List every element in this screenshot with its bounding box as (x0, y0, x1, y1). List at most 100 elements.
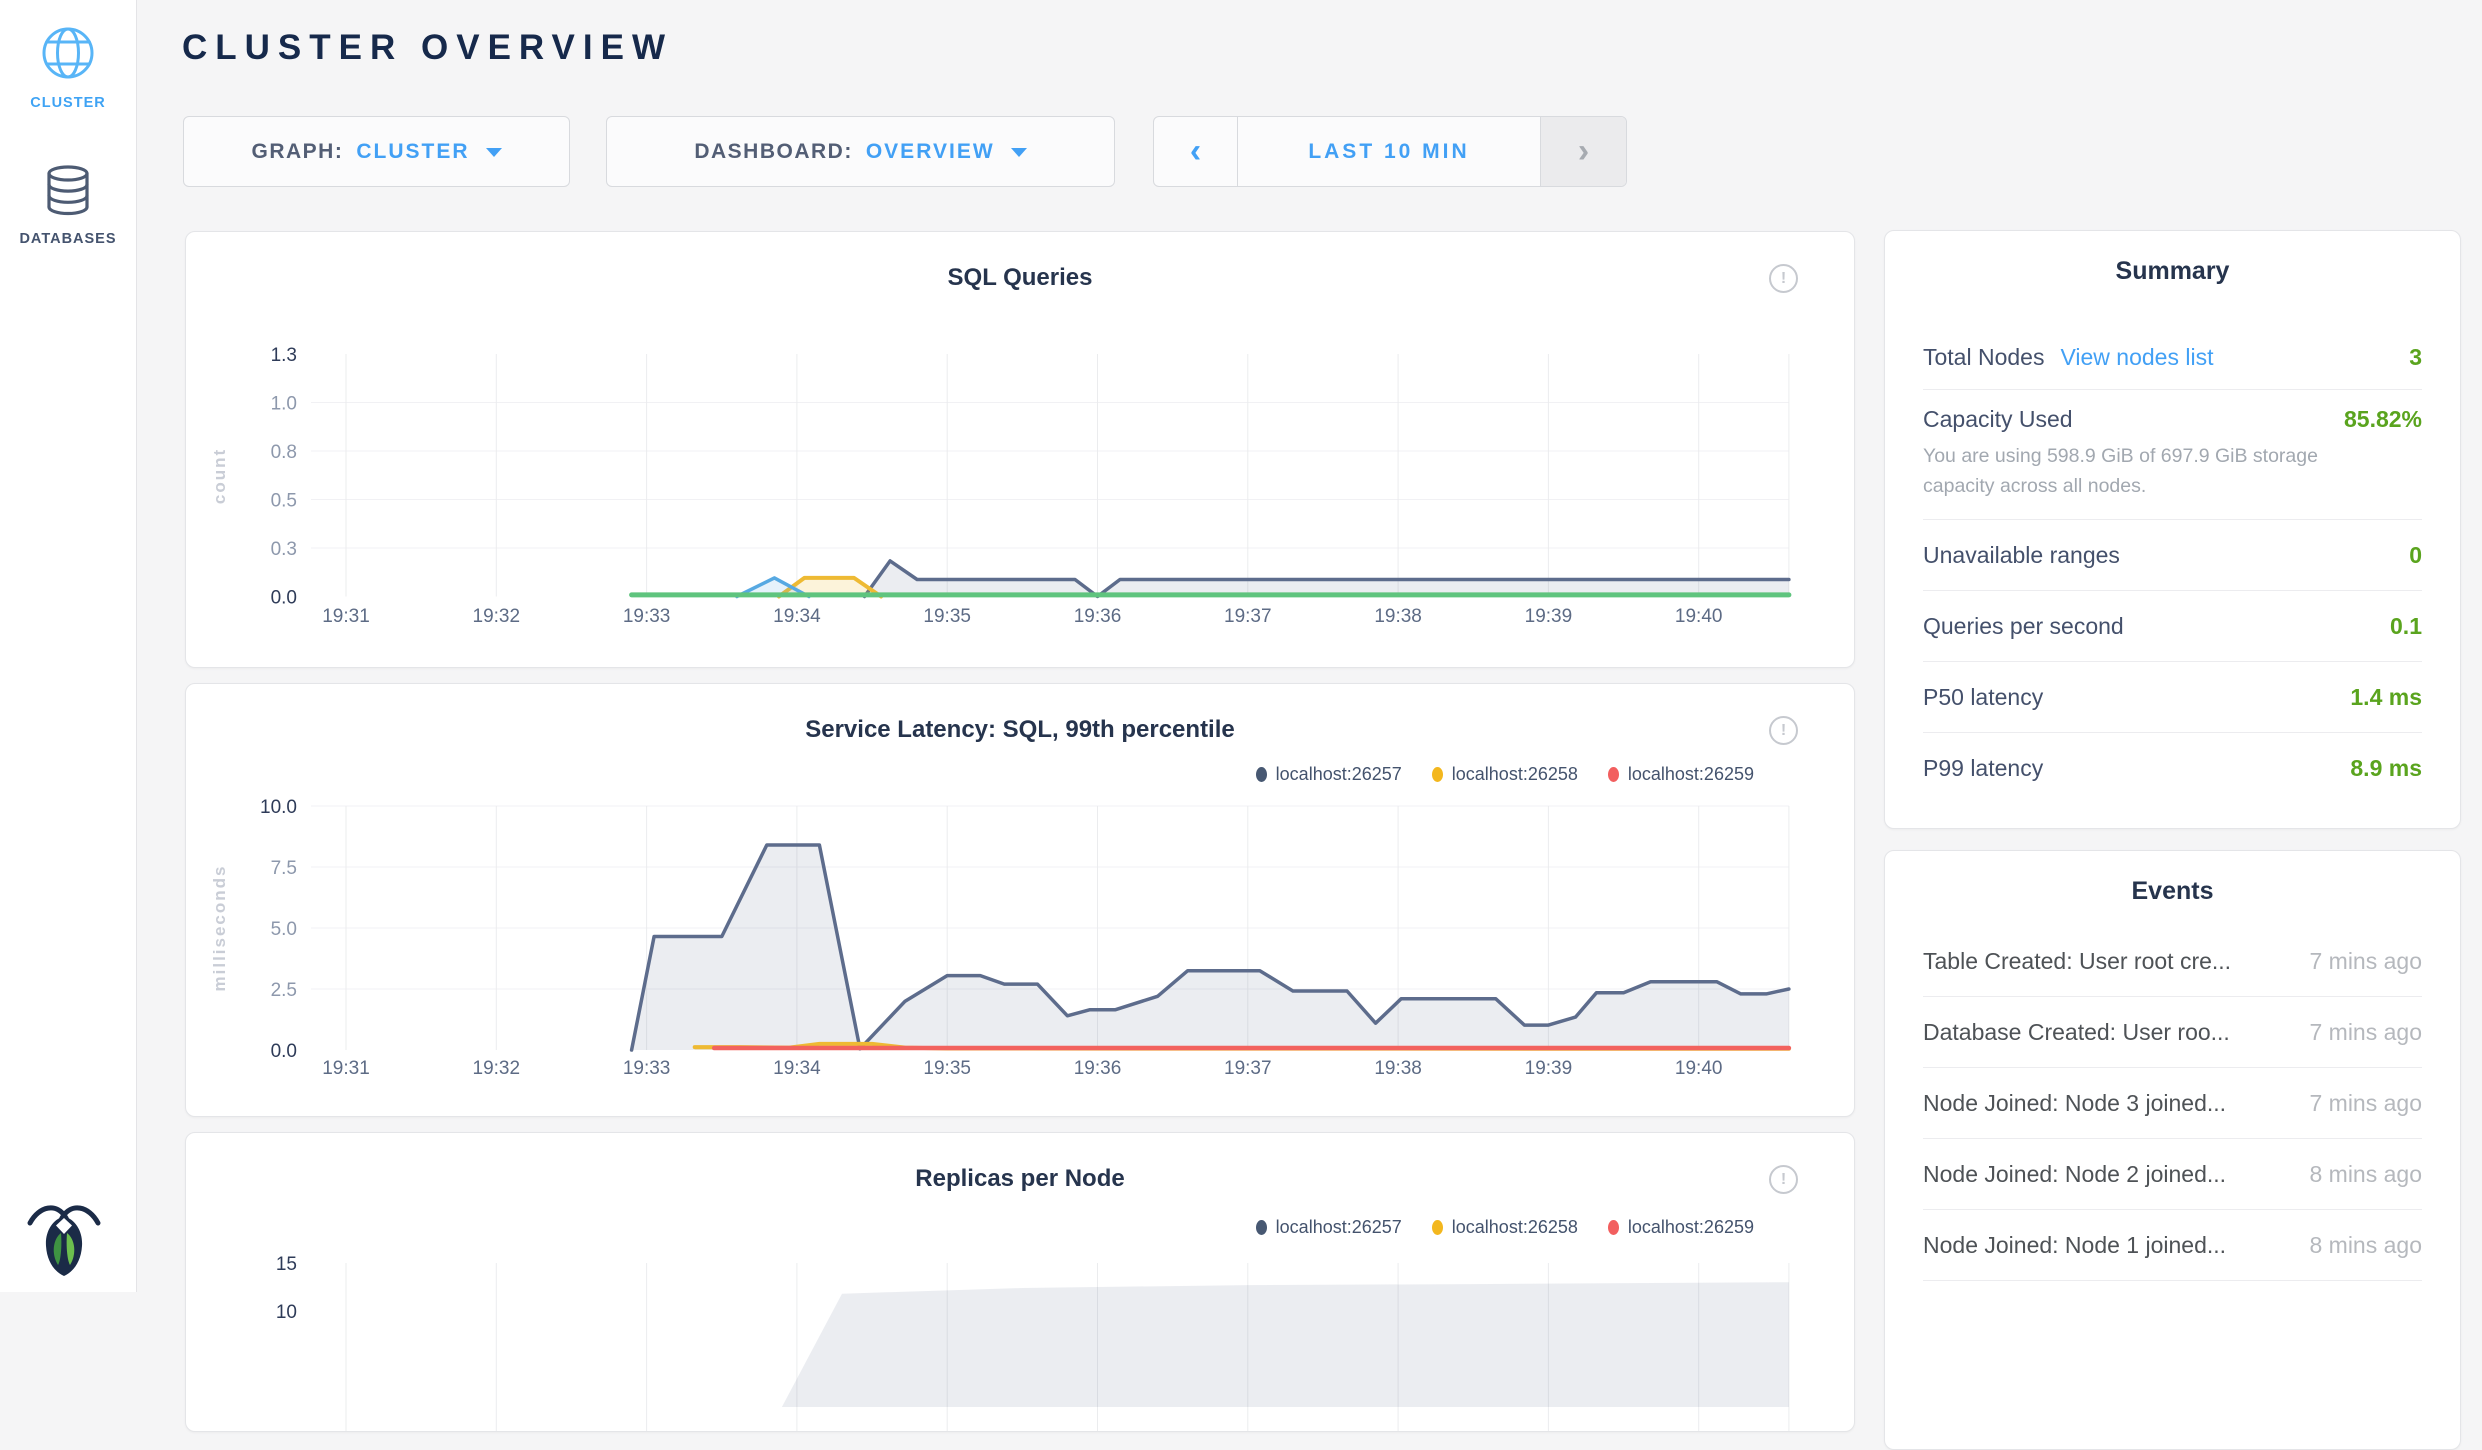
view-nodes-list-link[interactable]: View nodes list (2060, 344, 2213, 371)
svg-text:19:38: 19:38 (1374, 606, 1422, 627)
chart-title: Replicas per Node (186, 1165, 1854, 1193)
svg-text:19:40: 19:40 (1675, 606, 1723, 627)
svg-text:19:36: 19:36 (1074, 1058, 1122, 1079)
database-icon (42, 203, 94, 220)
summary-row-label: P99 latency (1923, 755, 2043, 782)
svg-text:15: 15 (276, 1254, 297, 1275)
svg-text:19:35: 19:35 (923, 606, 971, 627)
svg-text:10: 10 (276, 1302, 297, 1323)
summary-row-label: Total Nodes View nodes list (1923, 344, 2213, 371)
sidebar-item-label: DATABASES (0, 231, 136, 247)
legend-label: localhost:26259 (1628, 764, 1754, 785)
event-row: Table Created: User root cre... 7 mins a… (1923, 926, 2422, 997)
summary-row-value: 0 (2409, 542, 2422, 569)
capacity-description: You are using 598.9 GiB of 697.9 GiB sto… (1923, 441, 2422, 501)
svg-text:19:31: 19:31 (322, 1058, 370, 1079)
chevron-down-icon (486, 148, 502, 157)
event-title[interactable]: Node Joined: Node 1 joined... (1923, 1232, 2226, 1259)
sidebar-item-databases[interactable]: DATABASES (0, 164, 136, 247)
info-icon[interactable]: ! (1769, 264, 1798, 293)
svg-text:19:37: 19:37 (1224, 1058, 1272, 1079)
info-icon[interactable]: ! (1769, 716, 1798, 745)
svg-text:19:31: 19:31 (322, 606, 370, 627)
legend-dot-icon (1432, 1220, 1443, 1235)
svg-text:19:33: 19:33 (623, 606, 671, 627)
event-row: Node Joined: Node 1 joined... 8 mins ago (1923, 1210, 2422, 1281)
svg-text:0.5: 0.5 (271, 491, 297, 512)
summary-row-value: 0.1 (2390, 613, 2422, 640)
legend-item[interactable]: localhost:26258 (1432, 1217, 1578, 1238)
graph-dropdown[interactable]: GRAPH: CLUSTER (183, 116, 570, 187)
summary-row-value: 8.9 ms (2350, 755, 2422, 782)
summary-panel: Summary Total Nodes View nodes list 3 Ca… (1884, 230, 2461, 829)
svg-text:19:38: 19:38 (1374, 1058, 1422, 1079)
events-panel: Events Table Created: User root cre... 7… (1884, 850, 2461, 1450)
sidebar-item-cluster[interactable]: CLUSTER (0, 24, 136, 111)
chevron-right-icon: › (1578, 132, 1589, 171)
summary-row-value: 1.4 ms (2350, 684, 2422, 711)
time-range-next-button[interactable]: › (1540, 117, 1626, 186)
dashboard-dropdown[interactable]: DASHBOARD: OVERVIEW (606, 116, 1115, 187)
svg-text:0.0: 0.0 (271, 1041, 297, 1062)
sidebar-item-label: CLUSTER (0, 95, 136, 111)
event-time: 8 mins ago (2309, 1232, 2422, 1259)
event-title[interactable]: Table Created: User root cre... (1923, 948, 2231, 975)
chart-panel-replicas-per-node: 15 10 Replicas per Node ! localhost:26257… (185, 1132, 1855, 1432)
summary-rows: Total Nodes View nodes list 3 Capacity U… (1923, 325, 2422, 803)
svg-text:19:39: 19:39 (1525, 1058, 1573, 1079)
event-title[interactable]: Node Joined: Node 3 joined... (1923, 1090, 2226, 1117)
legend-item[interactable]: localhost:26259 (1608, 1217, 1754, 1238)
graph-dropdown-label: GRAPH: (251, 140, 343, 164)
summary-row-queries-per-second: Queries per second 0.1 (1923, 591, 2422, 662)
legend-item[interactable]: localhost:26258 (1432, 764, 1578, 785)
time-range-value[interactable]: LAST 10 MIN (1238, 117, 1540, 186)
chart-canvas: 1.31.00.80.50.30.019:3119:3219:3319:3419… (186, 232, 1855, 668)
time-range-prev-button[interactable]: ‹ (1154, 117, 1238, 186)
dashboard-dropdown-value: OVERVIEW (866, 140, 995, 164)
globe-icon (39, 69, 97, 86)
cockroach-logo[interactable] (25, 1196, 103, 1280)
chart-title: Service Latency: SQL, 99th percentile (186, 716, 1854, 744)
event-time: 7 mins ago (2309, 1090, 2422, 1117)
event-title[interactable]: Database Created: User roo... (1923, 1019, 2230, 1046)
legend-dot-icon (1432, 767, 1443, 782)
legend-label: localhost:26258 (1452, 1217, 1578, 1238)
graph-dropdown-value: CLUSTER (356, 140, 469, 164)
svg-text:1.3: 1.3 (271, 345, 297, 366)
legend-dot-icon (1608, 767, 1619, 782)
legend-item[interactable]: localhost:26257 (1256, 1217, 1402, 1238)
chart-legend: localhost:26257 localhost:26258 localhost:… (1256, 1217, 1754, 1238)
legend-item[interactable]: localhost:26257 (1256, 764, 1402, 785)
svg-text:19:34: 19:34 (773, 606, 821, 627)
svg-text:2.5: 2.5 (271, 980, 297, 1001)
cluster-overview-page: { "icons": { "info": "!" }, "sidebar": {… (0, 0, 2482, 1292)
svg-text:19:35: 19:35 (923, 1058, 971, 1079)
summary-row-capacity-used: Capacity Used 85.82% You are using 598.9… (1923, 390, 2422, 520)
summary-row-value: 85.82% (2344, 406, 2422, 433)
chart-canvas: 10.07.55.02.50.019:3119:3219:3319:3419:3… (186, 684, 1855, 1117)
legend-dot-icon (1256, 1220, 1267, 1235)
svg-text:19:36: 19:36 (1074, 606, 1122, 627)
chevron-down-icon (1011, 148, 1027, 157)
event-row: Node Joined: Node 3 joined... 7 mins ago (1923, 1068, 2422, 1139)
y-axis-label: count (210, 448, 230, 504)
events-title: Events (1885, 877, 2460, 906)
svg-text:1.0: 1.0 (271, 394, 297, 415)
event-title[interactable]: Node Joined: Node 2 joined... (1923, 1161, 2226, 1188)
info-icon[interactable]: ! (1769, 1165, 1798, 1194)
event-row: Database Created: User roo... 7 mins ago (1923, 997, 2422, 1068)
legend-item[interactable]: localhost:26259 (1608, 764, 1754, 785)
chart-panel-sql-queries: 1.31.00.80.50.30.019:3119:3219:3319:3419… (185, 231, 1855, 668)
svg-text:19:32: 19:32 (473, 1058, 521, 1079)
svg-text:0.3: 0.3 (271, 539, 297, 560)
summary-row-label: Unavailable ranges (1923, 542, 2120, 569)
svg-text:19:40: 19:40 (1675, 1058, 1723, 1079)
svg-text:19:39: 19:39 (1525, 606, 1573, 627)
svg-text:10.0: 10.0 (260, 797, 297, 818)
summary-row-label: Queries per second (1923, 613, 2124, 640)
legend-label: localhost:26257 (1276, 1217, 1402, 1238)
chart-panel-service-latency: 10.07.55.02.50.019:3119:3219:3319:3419:3… (185, 683, 1855, 1117)
chevron-left-icon: ‹ (1190, 132, 1201, 171)
svg-text:19:33: 19:33 (623, 1058, 671, 1079)
summary-row-unavailable-ranges: Unavailable ranges 0 (1923, 520, 2422, 591)
